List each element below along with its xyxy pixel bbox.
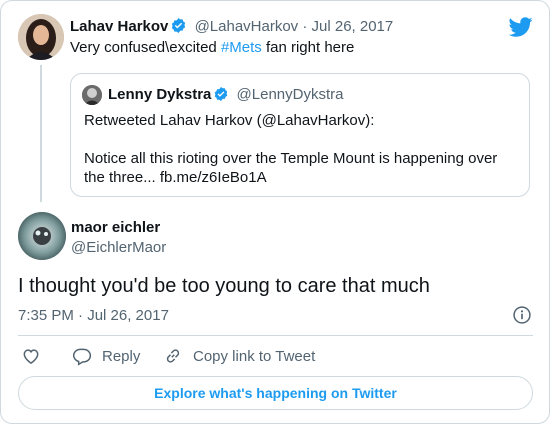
verified-badge-icon	[172, 18, 186, 33]
explore-twitter-button[interactable]: Explore what's happening on Twitter	[18, 376, 533, 410]
tweet-date[interactable]: Jul 26, 2017	[312, 18, 394, 35]
lahav-avatar[interactable]	[18, 14, 64, 60]
like-button[interactable]	[21, 344, 51, 368]
thread-connector-line	[40, 65, 42, 202]
tweet-text-before: Very confused\excited	[70, 39, 221, 56]
quoted-text-line: Notice all this rioting over the Temple …	[84, 150, 498, 167]
quoted-tweet-header: Lenny Dykstra @LennyDykstra	[108, 86, 343, 103]
heart-icon	[23, 349, 39, 364]
author-name[interactable]: Lahav Harkov	[70, 18, 168, 35]
hashtag-link[interactable]: #Mets	[221, 39, 262, 56]
author-handle[interactable]: @LahavHarkov	[195, 18, 299, 35]
twitter-bird-icon[interactable]	[509, 15, 533, 39]
quoted-text-line: Retweeted Lahav Harkov (@LahavHarkov):	[84, 112, 375, 129]
link-icon	[166, 349, 180, 363]
quoted-author-handle: @LennyDykstra	[236, 86, 344, 103]
original-tweet-text: Very confused\excited #Mets fan right he…	[70, 39, 354, 56]
separator-dot: ·	[302, 18, 308, 35]
verified-badge-icon	[215, 87, 228, 101]
info-icon[interactable]	[512, 305, 532, 325]
reply-label: Reply	[102, 347, 141, 365]
copy-link-button[interactable]: Copy link to Tweet	[163, 344, 315, 368]
lenny-avatar	[82, 85, 102, 105]
quoted-tweet[interactable]: Lenny Dykstra @LennyDykstra Retweeted La…	[70, 73, 530, 197]
reply-bubble-icon	[72, 348, 92, 366]
reply-button[interactable]: Reply	[72, 344, 140, 368]
maor-avatar[interactable]	[18, 212, 66, 260]
tweet-text-after: fan right here	[261, 39, 355, 56]
copy-link-label: Copy link to Tweet	[193, 347, 316, 365]
reply-author-name[interactable]: maor eichler	[71, 219, 160, 236]
divider	[18, 335, 533, 336]
reply-tweet-text: I thought you'd be too young to care tha…	[18, 275, 430, 297]
quoted-author-name: Lenny Dykstra	[108, 86, 212, 103]
reply-author-handle[interactable]: @EichlerMaor	[71, 239, 166, 256]
tweet-embed-card: Lahav Harkov @LahavHarkov · Jul 26, 2017…	[0, 0, 550, 424]
original-tweet-header: Lahav Harkov @LahavHarkov · Jul 26, 2017	[70, 17, 393, 35]
quoted-text-line: the three... fb.me/z6IeBo1A	[84, 169, 267, 186]
quoted-tweet-text: Retweeted Lahav Harkov (@LahavHarkov): N…	[84, 111, 520, 187]
reply-timestamp[interactable]: 7:35 PM · Jul 26, 2017	[18, 307, 169, 324]
